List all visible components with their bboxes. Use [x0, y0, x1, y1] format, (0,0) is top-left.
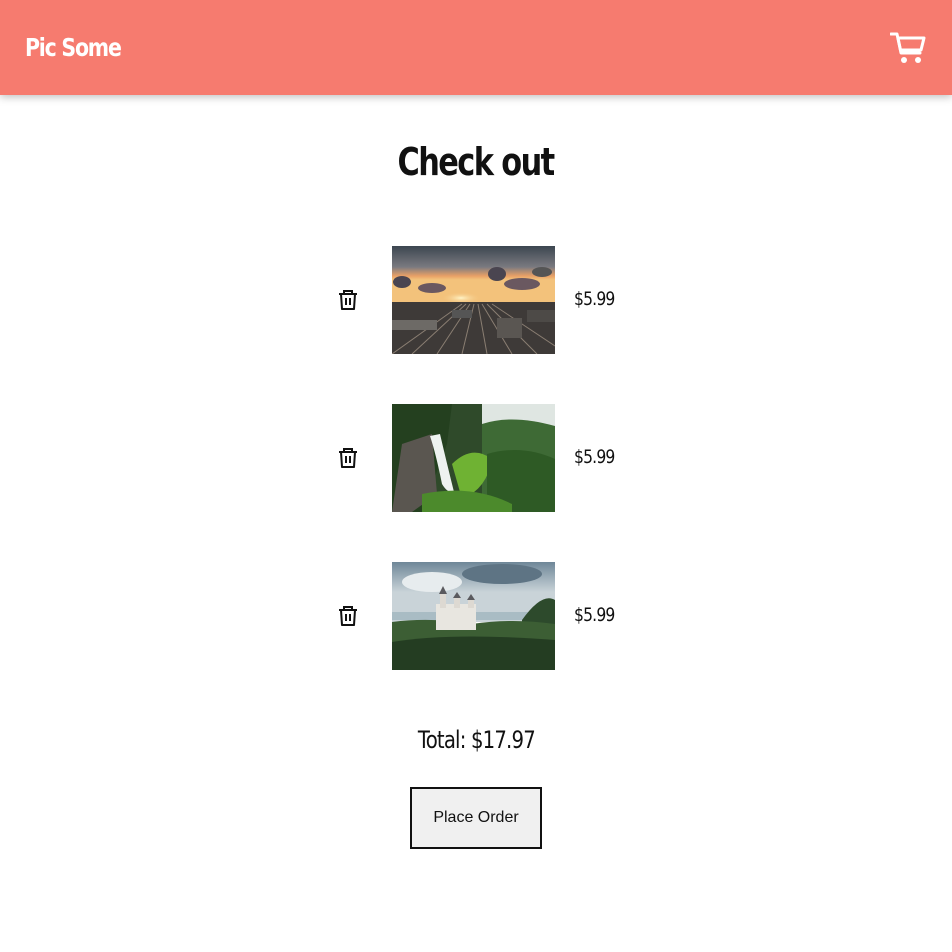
brand-logo-link[interactable]: Pic Some	[25, 33, 122, 62]
item-price: $5.99	[574, 288, 615, 310]
cart-item: $5.99	[336, 404, 626, 512]
item-price: $5.99	[574, 604, 615, 626]
castle-forest-photo	[392, 562, 555, 670]
place-order-button[interactable]: Place Order	[410, 787, 542, 849]
page-title: Check out	[397, 140, 556, 184]
app-header: Pic Some	[0, 0, 952, 95]
cart-item: $5.99	[336, 562, 626, 670]
cart-icon[interactable]	[890, 30, 926, 66]
trash-icon[interactable]	[336, 604, 360, 628]
waterfall-forest-photo	[392, 404, 555, 512]
item-price: $5.99	[574, 446, 615, 468]
trash-icon[interactable]	[336, 288, 360, 312]
trash-icon[interactable]	[336, 446, 360, 470]
cart-item: $5.99	[336, 246, 626, 354]
order-total: Total: $17.97	[417, 726, 535, 754]
railway-sunset-photo	[392, 246, 555, 354]
